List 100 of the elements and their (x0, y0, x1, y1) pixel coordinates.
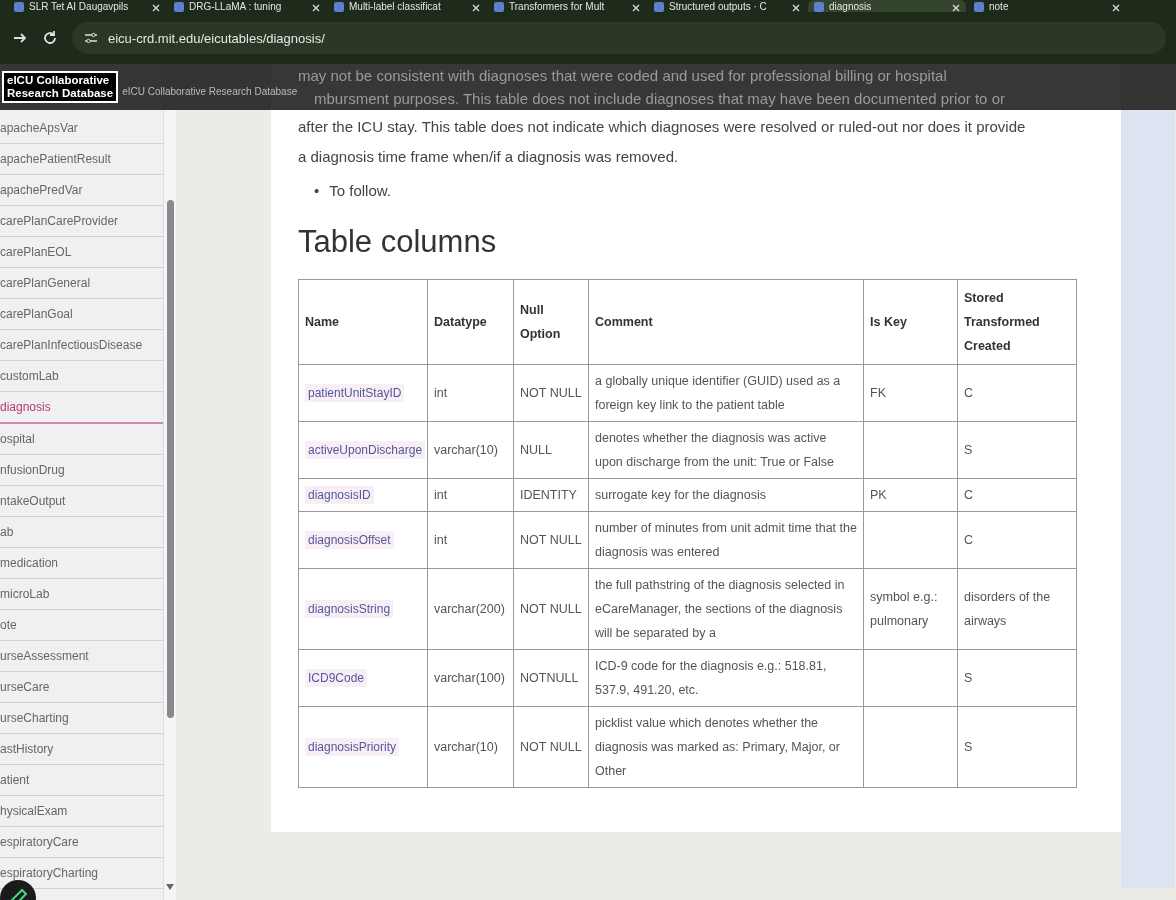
column-header: Null Option (513, 279, 589, 365)
browser-tab[interactable]: Structured outputs · C (648, 0, 806, 12)
scroll-down-icon[interactable] (166, 884, 174, 890)
favicon-icon (14, 2, 24, 12)
column-name: diagnosisString (305, 600, 394, 618)
column-header: Is Key (863, 279, 958, 365)
column-name: diagnosisOffset (305, 531, 394, 549)
table-cell: S (964, 671, 973, 685)
column-header: Stored Transformed Created (957, 279, 1077, 365)
sidebar-item[interactable]: apachePatientResult (0, 144, 163, 175)
table-cell: NOT NULL (520, 740, 582, 754)
section-heading: Table columns (298, 224, 498, 260)
browser-tab[interactable]: Multi-label classificat (328, 0, 486, 12)
sidebar-item[interactable]: medication (0, 548, 163, 579)
close-icon[interactable] (472, 4, 480, 12)
sidebar-item[interactable]: carePlanGoal (0, 299, 163, 330)
close-icon[interactable] (152, 4, 160, 12)
browser-tab[interactable]: DRG-LLaMA : tuning (168, 0, 326, 12)
table-cell: varchar(200) (434, 602, 505, 616)
sidebar-item[interactable]: customLab (0, 361, 163, 392)
sidebar-item[interactable]: ab (0, 517, 163, 548)
column-name: diagnosisPriority (305, 738, 400, 756)
reload-icon[interactable] (42, 30, 58, 46)
sidebar-item[interactable]: carePlanEOL (0, 237, 163, 268)
table-cell: picklist value which denotes whether the diagnosis was marked as: Primary, Major, or Other (595, 716, 840, 778)
favicon-icon (654, 2, 664, 12)
sidebar-item[interactable]: apacheApsVar (0, 113, 163, 144)
table-cell: NOTNULL (520, 671, 579, 685)
sidebar-item[interactable]: urseAssessment (0, 641, 163, 672)
sidebar-item[interactable]: carePlanGeneral (0, 268, 163, 299)
table-cell: NOT NULL (520, 602, 582, 616)
site-info-icon[interactable] (84, 31, 98, 45)
close-icon[interactable] (952, 4, 960, 12)
sidebar-item[interactable]: astHistory (0, 734, 163, 765)
sidebar-item[interactable]: carePlanCareProvider (0, 206, 163, 237)
favicon-icon (174, 2, 184, 12)
table-cell: C (964, 488, 974, 502)
sidebar-item[interactable]: microLab (0, 579, 163, 610)
scrollbar[interactable] (164, 110, 176, 900)
table-cell: symbol e.g.: pulmonary (870, 590, 938, 628)
sidebar-item[interactable]: diagnosis (0, 392, 163, 424)
table-cell: int (434, 533, 448, 547)
column-name: ICD9Code (305, 669, 368, 687)
browser-tab[interactable]: note (968, 0, 1126, 12)
column-header: Datatype (427, 279, 514, 365)
close-icon[interactable] (632, 4, 640, 12)
table-cell: varchar(100) (434, 671, 505, 685)
table-cell: varchar(10) (434, 443, 498, 457)
table-cell: NOT NULL (520, 386, 582, 400)
table-cell: ICD-9 code for the diagnosis e.g.: 518.81, 537.9, 491.20, etc. (595, 659, 827, 697)
sidebar-item[interactable]: urseCare (0, 672, 163, 703)
browser-tab[interactable]: SLR Tet AI Daugavpils (8, 0, 166, 12)
column-header: Comment (588, 279, 864, 365)
table-cell: int (434, 386, 448, 400)
bullet-item: To follow. (329, 181, 391, 201)
sidebar-item[interactable]: ote (0, 610, 163, 641)
table-cell: denotes whether the diagnosis was active upon discharge from the unit: True or False (595, 431, 834, 469)
table-cell: FK (870, 386, 886, 400)
table-cell: NULL (520, 443, 552, 457)
table-cell: a globally unique identifier (GUID) used as a foreign key link to the patient table (595, 374, 841, 412)
close-icon[interactable] (312, 4, 320, 12)
site-logo[interactable]: eICU Collaborative Research Database (2, 71, 119, 103)
favicon-icon (494, 2, 504, 12)
sidebar-item[interactable]: carePlanInfectiousDisease (0, 330, 163, 361)
paragraph-line: may not be consistent with diagnoses that were coded and used for professional billing or hospital (298, 66, 948, 86)
table-cell: C (964, 533, 974, 547)
close-icon[interactable] (792, 4, 800, 12)
sidebar-item[interactable]: ospital (0, 424, 163, 455)
table-cell: S (964, 740, 973, 754)
sidebar-item[interactable]: nfusionDrug (0, 455, 163, 486)
table-cell: int (434, 488, 448, 502)
table-cell: IDENTITY (520, 488, 577, 502)
table-cell: C (964, 386, 974, 400)
table-cell: disorders of the airways (964, 590, 1051, 628)
sidebar-item[interactable]: ntakeOutput (0, 486, 163, 517)
column-name: diagnosisID (305, 486, 374, 504)
sidebar-item[interactable]: urseCharting (0, 703, 163, 734)
browser-tab[interactable]: Transformers for Mult (488, 0, 646, 12)
sidebar-item[interactable]: apachePredVar (0, 175, 163, 206)
table-cell: number of minutes from unit admit time that the diagnosis was entered (595, 521, 857, 559)
paragraph-line: after the ICU stay. This table does not indicate which diagnoses were resolved or ruled-out nor does it provide (298, 117, 1027, 137)
sidebar-item[interactable]: hysicalExam (0, 796, 163, 827)
favicon-icon (334, 2, 344, 12)
favicon-icon (814, 2, 824, 12)
sidebar-item[interactable]: espiratoryCare (0, 827, 163, 858)
favicon-icon (974, 2, 984, 12)
site-subtitle: eICU Collaborative Research Database (122, 85, 298, 97)
column-header: Name (298, 279, 428, 365)
browser-tab[interactable]: diagnosis (808, 0, 966, 12)
column-name: activeUponDischarge (305, 441, 426, 459)
bullet-icon: • (314, 180, 320, 202)
table-cell: S (964, 443, 973, 457)
address-field[interactable]: eicu-crd.mit.edu/eicutables/diagnosis/ (72, 22, 1166, 54)
table-cell: PK (870, 488, 887, 502)
column-name: patientUnitStayID (305, 384, 405, 402)
table-cell: surrogate key for the diagnosis (595, 488, 766, 502)
close-icon[interactable] (1112, 4, 1120, 12)
paragraph-line: mbursment purposes. This table does not include diagnoses that may have been documented prior to or (313, 89, 1005, 109)
scroll-thumb[interactable] (167, 200, 174, 718)
sidebar-item[interactable]: atient (0, 765, 163, 796)
